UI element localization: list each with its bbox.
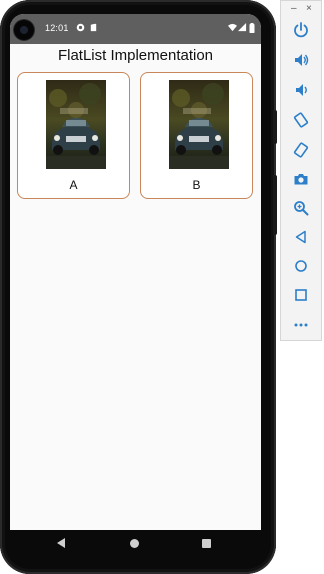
list-item-label: A [69, 178, 78, 192]
back-icon[interactable] [293, 229, 309, 245]
rotate-left-icon[interactable] [293, 112, 309, 128]
emulator-toolbar: – × [280, 0, 322, 341]
zoom-icon[interactable] [293, 200, 309, 216]
sd-card-icon [89, 23, 98, 32]
camera-icon[interactable] [293, 171, 309, 187]
battery-icon [249, 23, 255, 33]
phone-screen: 12:01 FlatList Implementation A B [10, 14, 261, 530]
page-title: FlatList Implementation [57, 47, 214, 64]
phone-volume-button [273, 175, 277, 235]
volume-down-icon[interactable] [293, 82, 309, 98]
rotate-right-icon[interactable] [293, 142, 309, 158]
signal-icon [238, 23, 247, 32]
list-item-label: B [192, 178, 201, 192]
home-icon[interactable] [130, 539, 139, 548]
emulator-stage: 12:01 FlatList Implementation A B – × [0, 0, 324, 574]
car-image [46, 80, 106, 169]
phone-frame: 12:01 FlatList Implementation A B [0, 0, 277, 574]
notification-icon [76, 23, 85, 32]
home-icon[interactable] [293, 258, 309, 274]
front-camera [14, 20, 34, 40]
phone-power-button [273, 110, 277, 144]
car-image [169, 80, 229, 169]
overview-icon[interactable] [293, 287, 309, 303]
minimize-button[interactable]: – [291, 3, 297, 14]
status-time: 12:01 [45, 23, 69, 33]
more-icon[interactable] [293, 317, 309, 333]
power-icon[interactable] [293, 22, 309, 38]
status-bar: 12:01 [10, 14, 261, 44]
navigation-bar [10, 530, 261, 560]
wifi-icon [228, 23, 237, 32]
list-item[interactable]: A [17, 72, 130, 199]
recents-icon[interactable] [202, 539, 211, 548]
list-item[interactable]: B [140, 72, 253, 199]
app-content: FlatList Implementation A B [10, 44, 261, 530]
volume-up-icon[interactable] [293, 52, 309, 68]
close-button[interactable]: × [306, 3, 312, 14]
back-icon[interactable] [57, 538, 65, 548]
